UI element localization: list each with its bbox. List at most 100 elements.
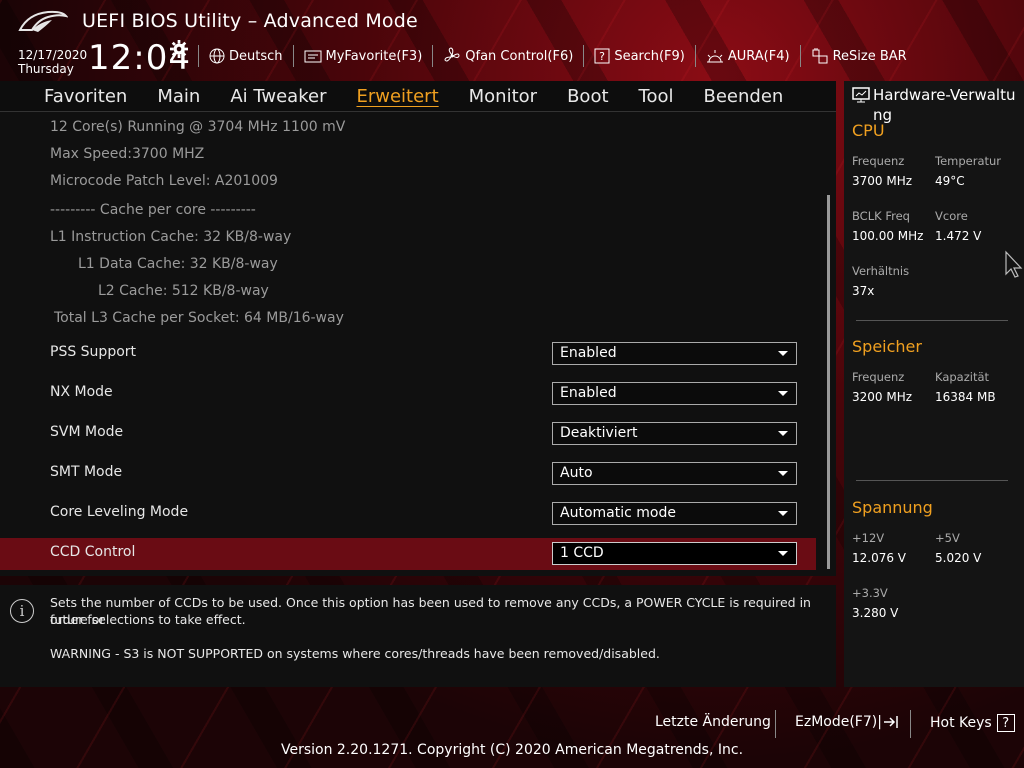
setting-label: Core Leveling Mode: [50, 504, 189, 520]
help-warning: WARNING - S3 is NOT SUPPORTED on systems…: [50, 646, 660, 661]
hot-keys-button[interactable]: Hot Keys ?: [930, 714, 1015, 732]
resize-bar-icon: [812, 48, 828, 64]
myfavorite-label: MyFavorite(F3): [325, 48, 423, 64]
aura-button[interactable]: AURA(F4): [694, 45, 800, 67]
setting-label: SVM Mode: [50, 424, 124, 440]
date-value: 12/17/2020: [18, 48, 88, 62]
cpu-temp-label: Temperatur: [935, 154, 1002, 168]
bclk-label: BCLK Freq: [852, 209, 910, 223]
bclk-value: 100.00 MHz: [852, 229, 924, 243]
svm-mode-dropdown[interactable]: Deaktiviert: [552, 422, 797, 445]
cpu-freq-label: Frequenz: [852, 154, 905, 168]
vcore-label: Vcore: [935, 209, 968, 223]
setting-row-ccd-control[interactable]: CCD Control 1 CCD: [0, 538, 816, 570]
setting-label: SMT Mode: [50, 464, 123, 480]
setting-row-smt-mode[interactable]: SMT Mode Auto: [0, 460, 816, 490]
footer-divider: [910, 710, 911, 738]
scrollbar[interactable]: [827, 195, 830, 569]
info-l3: Total L3 Cache per Socket: 64 MB/16-way: [54, 310, 344, 326]
hardware-monitor-panel: Hardware-Verwaltu ng CPU Frequenz Temper…: [844, 81, 1024, 687]
chevron-down-icon: [778, 431, 788, 436]
setting-row-pss-support[interactable]: PSS Support Enabled: [0, 340, 816, 370]
mem-cap-label: Kapazität: [935, 370, 990, 384]
header-toolbar: Deutsch MyFavorite(F3) Qfan Control(F6) …: [198, 44, 917, 68]
gear-icon[interactable]: [170, 40, 188, 58]
ratio-value: 37x: [852, 284, 875, 298]
mouse-cursor-icon: [1005, 250, 1023, 278]
monitor-icon: [852, 87, 870, 103]
smt-mode-dropdown[interactable]: Auto: [552, 462, 797, 485]
chevron-down-icon: [778, 391, 788, 396]
date-display: 12/17/2020 Thursday: [18, 48, 87, 76]
tab-favoriten[interactable]: Favoriten: [44, 86, 127, 107]
info-l1-instruction: L1 Instruction Cache: 32 KB/8-way: [50, 229, 292, 245]
exit-arrow-icon: [883, 716, 898, 728]
setting-label: NX Mode: [50, 384, 113, 400]
v5-label: +5V: [935, 531, 960, 545]
resize-bar-label: ReSize BAR: [832, 48, 907, 64]
ezmode-label: EzMode(F7)|: [795, 714, 882, 730]
setting-row-nx-mode[interactable]: NX Mode Enabled: [0, 380, 816, 410]
title-part2: ng: [873, 106, 893, 124]
chevron-down-icon: [778, 471, 788, 476]
chevron-down-icon: [778, 511, 788, 516]
favorite-icon: [304, 50, 322, 63]
rog-logo: [18, 10, 68, 32]
vcore-value: 1.472 V: [935, 229, 982, 243]
aura-icon: [706, 50, 723, 63]
tab-main[interactable]: Main: [157, 86, 200, 107]
aura-label: AURA(F4): [727, 48, 790, 64]
info-icon: i: [10, 599, 34, 623]
v12-value: 12.076 V: [852, 551, 907, 565]
pss-support-dropdown[interactable]: Enabled: [552, 342, 797, 365]
ccd-control-dropdown[interactable]: 1 CCD: [552, 542, 797, 565]
v12-label: +12V: [852, 531, 885, 545]
fan-icon: [444, 47, 460, 62]
mem-cap-value: 16384 MB: [935, 390, 996, 404]
dropdown-value: Enabled: [560, 345, 617, 361]
core-leveling-dropdown[interactable]: Automatic mode: [552, 502, 797, 525]
tab-erweitert[interactable]: Erweitert: [356, 86, 438, 107]
info-microcode: Microcode Patch Level: A201009: [50, 173, 278, 189]
v5-value: 5.020 V: [935, 551, 982, 565]
tab-ai-tweaker[interactable]: Ai Tweaker: [230, 86, 326, 107]
ezmode-button[interactable]: EzMode(F7)|: [795, 714, 902, 730]
dropdown-value: Automatic mode: [560, 505, 676, 521]
copyright-text: Version 2.20.1271. Copyright (C) 2020 Am…: [280, 742, 744, 758]
hot-keys-label: Hot Keys: [930, 715, 992, 731]
help-panel: i Sets the number of CCDs to be used. On…: [0, 585, 836, 687]
tab-tool[interactable]: Tool: [639, 86, 674, 107]
window-title: UEFI BIOS Utility – Advanced Mode: [82, 10, 418, 32]
setting-row-core-leveling-mode[interactable]: Core Leveling Mode Automatic mode: [0, 500, 816, 530]
globe-icon: [209, 48, 225, 64]
help-text-line2: future selections to take effect.: [50, 612, 246, 627]
info-cache-header: --------- Cache per core ---------: [50, 202, 256, 218]
resize-bar-button[interactable]: ReSize BAR: [799, 45, 917, 67]
tab-boot[interactable]: Boot: [567, 86, 608, 107]
setting-row-svm-mode[interactable]: SVM Mode Deaktiviert: [0, 420, 816, 450]
qfan-control-button[interactable]: Qfan Control(F6): [432, 45, 583, 67]
info-l1-data: L1 Data Cache: 32 KB/8-way: [78, 256, 278, 272]
hardware-monitor-title: Hardware-Verwaltu ng: [873, 85, 1021, 125]
search-label: Search(F9): [614, 48, 685, 64]
tab-beenden[interactable]: Beenden: [703, 86, 783, 107]
dropdown-value: 1 CCD: [560, 545, 604, 561]
voltage-section-title: Spannung: [852, 498, 933, 517]
v33-value: 3.280 V: [852, 606, 899, 620]
language-label: Deutsch: [229, 48, 283, 64]
tab-monitor[interactable]: Monitor: [469, 86, 537, 107]
footer-divider: [775, 710, 776, 738]
help-question-icon: ?: [996, 714, 1015, 732]
divider: [856, 480, 1008, 481]
search-button[interactable]: ? Search(F9): [583, 45, 695, 67]
myfavorite-button[interactable]: MyFavorite(F3): [292, 45, 433, 67]
cpu-temp-value: 49°C: [935, 174, 965, 188]
svg-text:?: ?: [599, 50, 605, 63]
language-button[interactable]: Deutsch: [198, 45, 293, 67]
last-change-button[interactable]: Letzte Änderung: [655, 714, 771, 730]
dropdown-value: Deaktiviert: [560, 425, 638, 441]
dropdown-value: Auto: [560, 465, 593, 481]
setting-label: PSS Support: [50, 344, 137, 360]
nx-mode-dropdown[interactable]: Enabled: [552, 382, 797, 405]
cpu-freq-value: 3700 MHz: [852, 174, 913, 188]
